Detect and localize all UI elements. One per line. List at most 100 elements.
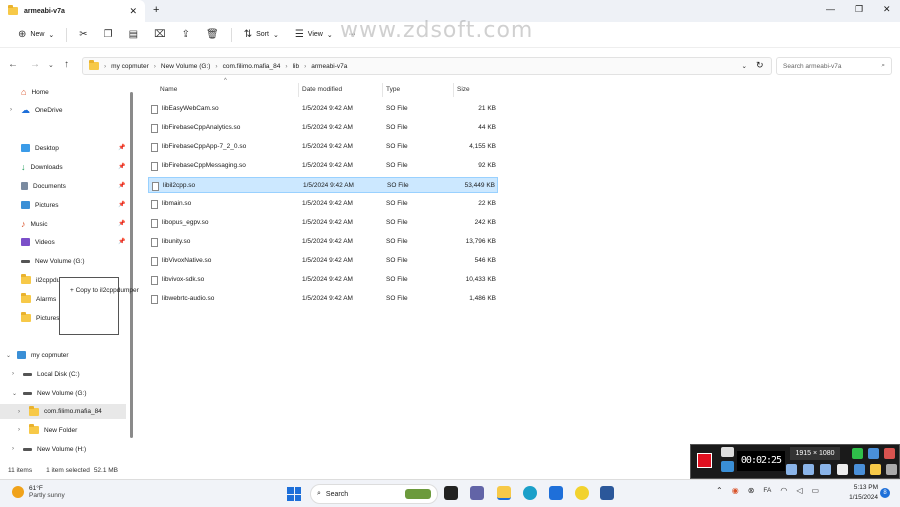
taskbar-search[interactable]: ⌕ Search [310,484,438,504]
view-button[interactable]: ☰ View ⌄ [287,25,341,45]
store-icon[interactable] [549,486,563,500]
column-type[interactable]: Type [386,86,400,93]
pause-icon[interactable] [721,461,734,472]
word-icon[interactable] [600,486,614,500]
nav-il2cppdumper[interactable]: il2cppdu [10,273,60,287]
file-row[interactable]: libFirebaseCppMessaging.so 1/5/2024 9:42… [148,158,498,174]
sort-button[interactable]: ⇅ Sort ⌄ [236,25,287,45]
tab-armeabi[interactable]: armeabi-v7a ✕ [0,0,145,22]
nav-onedrive[interactable]: › ☁ OneDrive [10,103,62,117]
minimize-button[interactable]: — [826,4,835,14]
breadcrumb-item[interactable]: armeabi-v7a [311,63,347,70]
chevron-down-icon[interactable]: ⌄ [48,61,54,69]
terminal-icon[interactable] [444,486,458,500]
file-row[interactable]: libVivoxNative.so 1/5/2024 9:42 AM SO Fi… [148,253,498,269]
file-row[interactable]: libvivox-sdk.so 1/5/2024 9:42 AM SO File… [148,272,498,288]
chevron-down-icon[interactable]: ⌄ [6,352,12,359]
file-row[interactable]: libFirebaseCppApp-7_2_0.so 1/5/2024 9:42… [148,139,498,155]
nav-pictures-folder[interactable]: Pictures [10,311,59,325]
column-date[interactable]: Date modified [302,86,342,93]
maximize-button[interactable]: ❐ [855,4,863,15]
teams-icon[interactable] [470,486,484,500]
file-row[interactable]: libopus_egpv.so 1/5/2024 9:42 AM SO File… [148,215,498,231]
nav-home[interactable]: ⌂ Home [10,85,49,99]
nav-downloads[interactable]: ↓ Downloads [10,160,63,174]
minimize-recorder-icon[interactable] [868,448,879,459]
volume-icon[interactable]: ◁ [796,486,802,495]
nav-local-disk[interactable]: › Local Disk (C:) [12,367,80,381]
new-button[interactable]: ⊕ New ⌄ [10,25,62,45]
share-button[interactable]: ⇪ [174,25,198,45]
nav-alarms[interactable]: Alarms [10,292,56,306]
app-icon[interactable] [575,486,589,500]
file-row[interactable]: libunity.so 1/5/2024 9:42 AM SO File 13,… [148,234,498,250]
weather-widget[interactable]: 61°F Partly sunny [12,485,65,499]
rename-button[interactable]: ⌧ [146,25,174,45]
nav-music[interactable]: ♪ Music [10,217,47,231]
breadcrumb-item[interactable]: lib [293,63,300,70]
chevron-right-icon[interactable]: › [12,446,18,452]
record-stop-button[interactable] [697,453,712,468]
nav-videos[interactable]: Videos [10,235,55,249]
chevron-right-icon[interactable]: › [12,371,18,377]
breadcrumb-item[interactable]: my copmuter [111,63,149,70]
chevron-up-icon[interactable]: ⌃ [716,486,723,495]
nav-com-filimo[interactable]: › com.filimo.mafia_84 [0,404,126,419]
close-recorder-icon[interactable] [884,448,895,459]
clock[interactable]: 5:13 PM 1/15/2024 [838,483,878,503]
column-size[interactable]: Size [457,86,470,93]
gear-icon[interactable] [886,464,897,475]
file-row-selected[interactable]: libil2cpp.so 1/5/2024 9:42 AM SO File 53… [148,177,498,193]
security-icon[interactable]: ◉ [732,486,739,495]
refresh-icon[interactable]: ↻ [756,60,764,71]
forward-arrow-icon[interactable]: → [30,59,40,70]
file-row[interactable]: libFirebaseCppAnalytics.so 1/5/2024 9:42… [148,120,498,136]
breadcrumb-item[interactable]: com.filimo.mafia_84 [223,63,281,70]
nav-scrollbar[interactable] [130,92,133,438]
nav-new-volume-g[interactable]: New Volume (G:) [10,254,85,268]
nav-new-volume-g-tree[interactable]: ⌄ New Volume (G:) [12,386,87,400]
nav-desktop[interactable]: Desktop [10,141,59,155]
close-window-button[interactable]: ✕ [883,4,891,15]
notification-badge[interactable]: 8 [880,488,890,498]
nav-new-volume-h[interactable]: › New Volume (H:) [12,442,86,456]
camera-icon[interactable] [721,447,734,457]
chevron-right-icon[interactable]: › [18,409,24,415]
nav-documents[interactable]: Documents [10,179,66,193]
file-row[interactable]: libEasyWebCam.so 1/5/2024 9:42 AM SO Fil… [148,101,498,117]
edge-icon[interactable] [523,486,537,500]
start-button[interactable] [287,487,301,501]
battery-icon[interactable]: ▭ [811,486,819,495]
search-input[interactable]: Search armeabi-v7a ⌕ [776,57,892,75]
webcam-icon[interactable] [820,464,831,475]
cursor-icon[interactable] [837,464,848,475]
chevron-down-icon[interactable]: ⌄ [12,390,18,397]
pen-icon[interactable] [854,464,865,475]
file-row[interactable]: libwebrtc-audio.so 1/5/2024 9:42 AM SO F… [148,291,498,307]
green-window-icon[interactable] [852,448,863,459]
back-arrow-icon[interactable]: ← [8,59,18,70]
breadcrumb-item[interactable]: New Volume (G:) [161,63,211,70]
nav-my-computer[interactable]: ⌄ my copmuter [6,348,69,362]
close-tab-button[interactable]: ✕ [129,6,137,17]
folder-icon[interactable] [870,464,881,475]
file-row[interactable]: libmain.so 1/5/2024 9:42 AM SO File 22 K… [148,196,498,212]
up-arrow-icon[interactable]: ↑ [64,59,69,70]
chevron-down-icon[interactable]: ⌄ [742,62,747,70]
nav-pictures[interactable]: Pictures [10,198,58,212]
address-bar[interactable]: › my copmuter › New Volume (G:) › com.fi… [82,57,772,75]
language-indicator[interactable]: FA [763,487,771,494]
paste-button[interactable]: ▤ [121,25,146,45]
nav-new-folder[interactable]: › New Folder [18,423,77,437]
delete-button[interactable]: 🗑 [198,25,227,45]
chevron-right-icon[interactable]: › [10,107,16,113]
column-name[interactable]: Name [160,86,177,93]
file-explorer-icon[interactable] [497,486,511,500]
new-tab-button[interactable]: + [153,4,159,16]
network-icon[interactable]: ⊗ [748,486,755,495]
copy-button[interactable]: ❐ [96,25,121,45]
wifi-icon[interactable]: ◠ [780,486,787,495]
microphone-icon[interactable] [803,464,814,475]
cut-button[interactable]: ✂ [71,25,95,45]
speaker-icon[interactable] [786,464,797,475]
